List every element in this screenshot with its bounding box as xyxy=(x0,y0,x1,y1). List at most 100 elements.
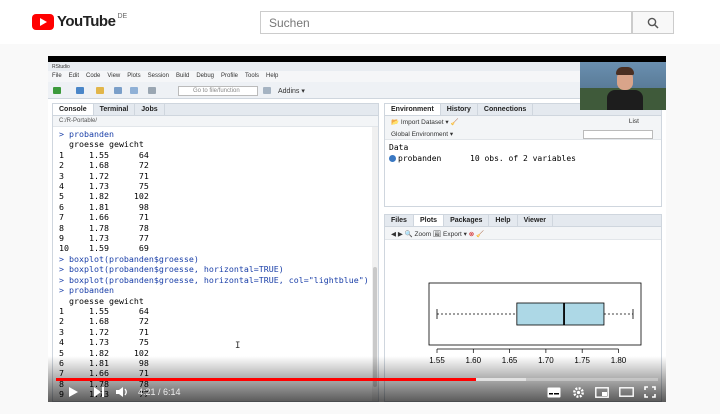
environment-search-input[interactable] xyxy=(583,130,653,139)
tab-packages[interactable]: Packages xyxy=(444,215,490,226)
console-line: 3 1.72 71 xyxy=(59,170,149,181)
open-file-icon[interactable] xyxy=(96,87,104,94)
tab-files[interactable]: Files xyxy=(385,215,414,226)
console-line: 4 1.73 75 xyxy=(59,181,149,192)
menu-profile[interactable]: Profile xyxy=(221,73,238,80)
subtitles-button[interactable] xyxy=(546,385,562,399)
grid-icon[interactable] xyxy=(263,87,271,94)
webcam-overlay xyxy=(580,62,666,110)
menu-help[interactable]: Help xyxy=(266,73,278,80)
console-line: > probanden xyxy=(59,129,114,139)
console-line: 10 1.59 69 xyxy=(59,243,149,254)
tab-jobs[interactable]: Jobs xyxy=(135,104,165,115)
console-line: 2 1.68 72 xyxy=(59,316,149,327)
environment-object-row[interactable]: probanden 10 obs. of 2 variables xyxy=(387,154,659,165)
expand-icon[interactable] xyxy=(389,155,396,162)
presenter-body xyxy=(607,90,643,110)
tab-plots[interactable]: Plots xyxy=(413,215,445,226)
new-project-icon[interactable] xyxy=(76,87,84,94)
menu-plots[interactable]: Plots xyxy=(127,73,140,80)
menu-tools[interactable]: Tools xyxy=(245,73,259,80)
console-line: > boxplot(probanden$groesse, horizontal=… xyxy=(59,264,284,275)
menu-debug[interactable]: Debug xyxy=(196,73,214,80)
tab-connections[interactable]: Connections xyxy=(478,104,534,115)
save-icon[interactable] xyxy=(114,87,122,94)
theater-mode-button[interactable] xyxy=(618,385,634,399)
console-line: groesse gewicht xyxy=(59,295,144,306)
progress-bar[interactable] xyxy=(56,378,658,381)
search-input[interactable]: Suchen xyxy=(260,11,632,34)
goto-file-input[interactable]: Go to file/function xyxy=(178,86,258,96)
menu-build[interactable]: Build xyxy=(176,73,189,80)
environment-pane: Environment History Connections 📂 Import… xyxy=(384,103,662,207)
export-icon: 🖼 xyxy=(432,231,442,238)
object-name: probanden xyxy=(398,154,442,163)
rstudio-toolbar: Go to file/function Addins ▾ xyxy=(48,82,666,99)
console-line: 5 1.82 102 xyxy=(59,191,149,202)
menu-edit[interactable]: Edit xyxy=(69,73,79,80)
fullscreen-button[interactable] xyxy=(642,385,658,399)
play-icon xyxy=(69,387,78,397)
console-line: 6 1.81 98 xyxy=(59,201,149,212)
save-all-icon[interactable] xyxy=(130,87,138,94)
tab-terminal[interactable]: Terminal xyxy=(94,104,136,115)
plots-toolbar: ◀ ▶ 🔍 Zoom 🖼 Export ▾ ⊗ 🧹 xyxy=(385,227,661,240)
console-line: 3 1.72 71 xyxy=(59,326,149,337)
video-player[interactable]: RStudio File Edit Code View Plots Sessio… xyxy=(48,56,666,402)
rstudio-menubar: File Edit Code View Plots Session Build … xyxy=(48,71,666,82)
chevron-down-icon: ▾ xyxy=(448,131,454,138)
youtube-wordmark: YouTube xyxy=(57,13,116,30)
menu-session[interactable]: Session xyxy=(148,73,169,80)
tab-console[interactable]: Console xyxy=(53,104,94,115)
tab-viewer[interactable]: Viewer xyxy=(518,215,554,226)
volume-icon xyxy=(116,387,127,397)
zoom-icon: 🔍 xyxy=(404,231,413,238)
console-line: 7 1.66 71 xyxy=(59,212,149,223)
tab-history[interactable]: History xyxy=(441,104,478,115)
console-line: 2 1.68 72 xyxy=(59,160,149,171)
data-section-header: Data xyxy=(389,143,409,152)
import-dataset-button[interactable]: Import Dataset xyxy=(401,119,444,126)
console-line: 9 1.73 77 xyxy=(59,233,149,244)
volume-button[interactable] xyxy=(114,385,130,399)
addins-button[interactable]: Addins ▾ xyxy=(278,87,305,95)
remove-plot-icon[interactable]: ⊗ xyxy=(469,231,476,238)
menu-view[interactable]: View xyxy=(107,73,120,80)
play-button[interactable] xyxy=(66,385,80,399)
new-file-icon[interactable] xyxy=(53,87,61,94)
console-line: groesse gewicht xyxy=(59,139,144,150)
youtube-header: YouTube DE Suchen xyxy=(0,0,720,44)
console-line: > boxplot(probanden$groesse) xyxy=(59,253,199,264)
console-line: 1 1.55 64 xyxy=(59,149,149,160)
console-line: 1 1.55 64 xyxy=(59,305,149,316)
list-view-button[interactable]: List xyxy=(629,118,639,125)
export-button[interactable]: Export xyxy=(443,231,462,238)
console-path: C:/R-Portable/ xyxy=(53,116,378,127)
console-line: > probanden xyxy=(59,285,114,296)
menu-code[interactable]: Code xyxy=(86,73,100,80)
tab-help[interactable]: Help xyxy=(489,215,518,226)
back-arrow-icon[interactable]: ◀ xyxy=(391,231,398,238)
miniplayer-icon xyxy=(595,386,609,398)
open-icon[interactable]: 📂 xyxy=(391,119,401,126)
subtitles-icon xyxy=(547,387,561,397)
gear-icon xyxy=(572,386,584,398)
scope-selector[interactable]: Global Environment xyxy=(391,131,448,138)
youtube-play-logo-icon xyxy=(32,13,54,30)
forward-arrow-icon[interactable]: ▶ xyxy=(398,231,405,238)
search-button[interactable] xyxy=(632,11,674,34)
broom-icon[interactable]: 🧹 xyxy=(450,119,458,126)
country-code: DE xyxy=(117,13,128,20)
youtube-logo[interactable]: YouTube DE xyxy=(32,13,127,30)
settings-button[interactable] xyxy=(570,385,586,399)
menu-file[interactable]: File xyxy=(52,73,62,80)
text-cursor-icon: I xyxy=(235,341,241,351)
broom-icon[interactable]: 🧹 xyxy=(476,231,484,238)
time-total: 6:14 xyxy=(163,387,181,397)
miniplayer-button[interactable] xyxy=(594,385,610,399)
print-icon[interactable] xyxy=(148,87,156,94)
tab-environment[interactable]: Environment xyxy=(385,104,441,115)
zoom-button[interactable]: Zoom xyxy=(415,231,432,238)
next-icon xyxy=(94,387,104,397)
next-button[interactable] xyxy=(92,385,106,399)
